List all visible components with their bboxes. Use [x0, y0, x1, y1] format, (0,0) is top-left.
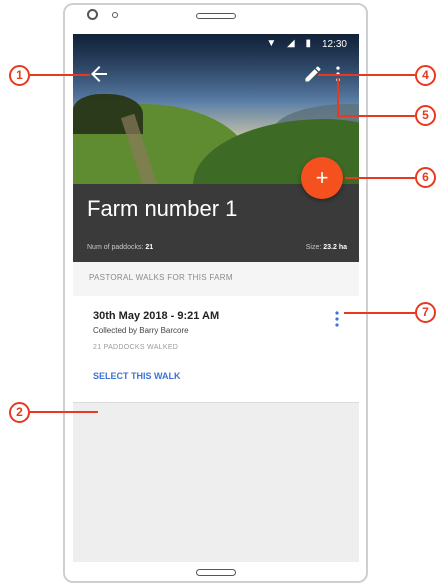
status-icons: ▼ ◢ ▮ — [266, 38, 315, 49]
farm-size: Size: 23.2 ha — [306, 244, 347, 251]
callout-1: 1 — [9, 65, 30, 86]
select-walk-button[interactable]: SELECT THIS WALK — [93, 371, 181, 381]
sensor-icon — [112, 12, 118, 18]
callout-5: 5 — [415, 105, 436, 126]
callout-4: 4 — [415, 65, 436, 86]
section-header-label: PASTORAL WALKS FOR THIS FARM — [89, 273, 233, 282]
home-button[interactable] — [196, 569, 236, 576]
paddock-count: Num of paddocks: 21 — [87, 244, 153, 251]
status-bar: ▼ ◢ ▮ 12:30 — [73, 34, 359, 56]
callout-2: 2 — [9, 402, 30, 423]
page-title: Farm number 1 — [87, 196, 238, 221]
paddock-count-value: 21 — [145, 244, 154, 251]
paddock-count-label: Num of paddocks: — [87, 244, 144, 251]
speaker-slot — [196, 13, 236, 19]
callout-5-vline — [337, 78, 339, 116]
callout-2-line — [30, 411, 98, 413]
callout-1-line — [30, 74, 90, 76]
callout-4-line — [318, 74, 415, 76]
status-time: 12:30 — [321, 39, 347, 50]
walk-card: 30th May 2018 - 9:21 AM Collected by Bar… — [73, 296, 359, 403]
walk-title: 30th May 2018 - 9:21 AM — [93, 310, 220, 322]
callout-5-line — [337, 115, 415, 117]
callout-7-line — [344, 312, 415, 314]
camera-icon — [87, 9, 98, 20]
callout-6: 6 — [415, 167, 436, 188]
farm-size-label: Size: — [305, 244, 322, 251]
app-screen: ▼ ◢ ▮ 12:30 Farm number 1 Num of paddock… — [73, 34, 359, 562]
walk-more-icon[interactable] — [333, 310, 341, 328]
callout-7: 7 — [415, 302, 436, 323]
farm-size-value: 23.2 ha — [323, 244, 347, 251]
walk-collector: Collected by Barry Barcore — [93, 326, 189, 335]
arrow-back-icon[interactable] — [87, 62, 111, 86]
add-icon: + — [315, 165, 329, 190]
walks-section-header: PASTORAL WALKS FOR THIS FARM — [73, 262, 359, 297]
callout-6-line — [345, 177, 415, 179]
walk-paddocks: 21 PADDOCKS WALKED — [93, 344, 179, 351]
add-walk-button[interactable]: + — [301, 157, 343, 199]
